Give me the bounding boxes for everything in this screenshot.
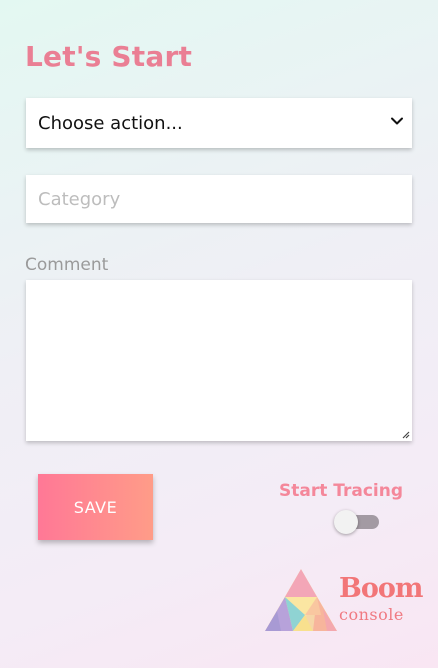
logo-text-boom: Boom [339,573,423,604]
tracing-toggle[interactable] [334,510,380,534]
comment-label: Comment [25,255,109,275]
chevron-down-icon [391,117,403,125]
boom-console-logo: Boom console [265,567,423,633]
category-input[interactable] [26,175,412,223]
start-tracing-label: Start Tracing [279,481,404,501]
toggle-thumb[interactable] [334,510,358,534]
action-select[interactable]: Choose action... [26,98,412,148]
page-title: Let's Start [25,40,193,73]
category-field-wrapper [26,175,412,223]
action-select-value: Choose action... [38,113,183,134]
triangle-logo-icon [265,569,337,631]
resize-grip-icon[interactable] [400,429,410,439]
logo-text-console: console [339,605,404,624]
comment-textarea[interactable] [26,280,412,441]
save-button[interactable]: SAVE [38,474,153,540]
